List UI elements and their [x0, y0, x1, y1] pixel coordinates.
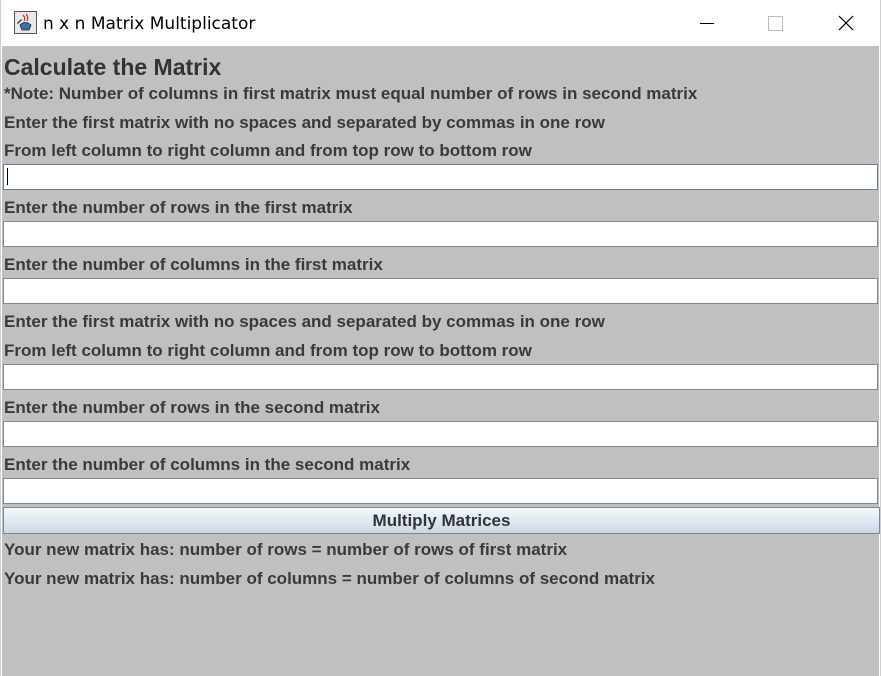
- first-rows-label: Enter the number of rows in the first ma…: [4, 198, 353, 217]
- first-matrix-input[interactable]: [3, 164, 878, 190]
- second-rows-label: Enter the number of rows in the second m…: [4, 398, 380, 417]
- first-matrix-instruction-1: Enter the first matrix with no spaces an…: [4, 113, 605, 132]
- app-window: n x n Matrix Multiplicator Calculate the…: [0, 0, 881, 676]
- first-rows-input[interactable]: [3, 221, 878, 247]
- second-matrix-instruction-2: From left column to right column and fro…: [4, 341, 532, 360]
- first-matrix-instruction-2: From left column to right column and fro…: [4, 141, 532, 160]
- close-icon: [838, 15, 854, 31]
- multiply-matrices-button[interactable]: Multiply Matrices: [3, 507, 880, 534]
- first-cols-label: Enter the number of columns in the first…: [4, 255, 383, 274]
- maximize-button[interactable]: [753, 0, 799, 46]
- minimize-button[interactable]: [684, 0, 730, 46]
- result-cols-text: Your new matrix has: number of columns =…: [4, 569, 655, 588]
- page-title: Calculate the Matrix: [4, 54, 222, 80]
- maximize-icon: [768, 16, 783, 31]
- close-button[interactable]: [823, 0, 869, 46]
- note-text: *Note: Number of columns in first matrix…: [4, 84, 698, 103]
- main-panel: Calculate the Matrix *Note: Number of co…: [2, 46, 880, 676]
- text-caret: [7, 168, 8, 185]
- second-rows-input[interactable]: [3, 421, 878, 447]
- minimize-icon: [700, 23, 714, 24]
- second-cols-input[interactable]: [3, 478, 878, 504]
- first-cols-input[interactable]: [3, 278, 878, 304]
- window-title: n x n Matrix Multiplicator: [43, 14, 256, 34]
- result-rows-text: Your new matrix has: number of rows = nu…: [4, 540, 568, 559]
- java-cup-icon: [14, 11, 37, 34]
- second-matrix-instruction-1: Enter the first matrix with no spaces an…: [4, 312, 605, 331]
- second-matrix-input[interactable]: [3, 364, 878, 390]
- second-cols-label: Enter the number of columns in the secon…: [4, 455, 411, 474]
- title-bar[interactable]: n x n Matrix Multiplicator: [1, 0, 880, 46]
- first-matrix-field-wrap: [2, 164, 879, 191]
